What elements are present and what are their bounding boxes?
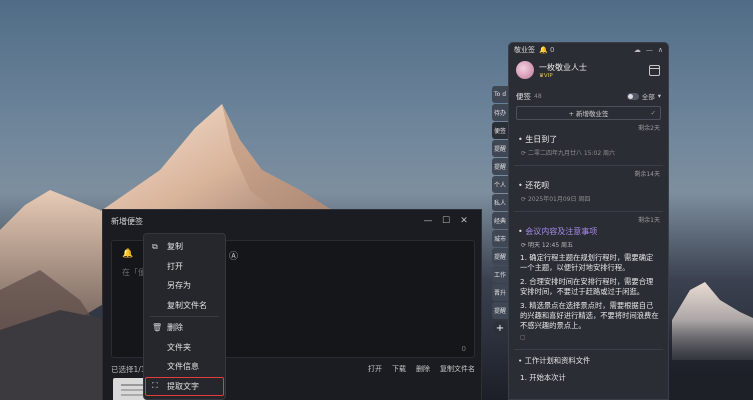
category-tab[interactable]: 个人	[492, 176, 508, 193]
menu-divider	[150, 316, 219, 317]
menu-item-label: 文件夹	[167, 342, 191, 352]
note-paragraph: 3. 精选景点在选择景点时，需要根据自己的兴趣和喜好进行精选，不要将时间浪费在不…	[520, 301, 659, 330]
category-tab[interactable]: 城市	[492, 230, 508, 247]
category-tabs: To d 待办 便签 提醒 提醒 个人 私人 经典 城市 提醒 工作 晋升 提醒…	[492, 86, 508, 335]
category-tab[interactable]: 提醒	[492, 302, 508, 319]
menu-item-label: 文件信息	[167, 362, 199, 372]
delete-attachment-button[interactable]: 删除	[416, 364, 430, 374]
notes-count: 48	[534, 92, 542, 100]
download-attachment-button[interactable]: 下载	[392, 364, 406, 374]
font-style-icon[interactable]: Ⓐ	[229, 249, 238, 262]
note-reminder-time: ⟳ 明天 12:45 周五	[521, 242, 574, 249]
menu-item-delete[interactable]: 🗑 删除	[144, 318, 225, 338]
note-reminder-time: ⟳ 2025年01月09日 周四	[521, 196, 591, 203]
add-note-button[interactable]: + 新增敬业签 ✓	[516, 106, 661, 120]
chevron-down-icon[interactable]: ▾	[658, 92, 661, 100]
add-category-button[interactable]: +	[493, 321, 507, 335]
new-note-title: 新增便签	[111, 216, 143, 226]
category-tab[interactable]: 私人	[492, 194, 508, 211]
menu-item-open[interactable]: 打开	[144, 257, 225, 277]
minimize-panel-button[interactable]: —	[646, 46, 653, 54]
menu-item-label: 删除	[167, 323, 183, 333]
menu-item-copy-filename[interactable]: 复制文件名	[144, 296, 225, 316]
menu-item-folder[interactable]: 文件夹	[144, 338, 225, 358]
note-paragraph: 2. 合理安排时间在安排行程时，需要合理安排时间，不要过于赶路或过于闲逛。	[520, 277, 654, 296]
note-remaining: 剩余2天	[638, 125, 660, 132]
note-paragraph: 1. 确定行程主题在规划行程时，需要确定一个主题，以便针对地安排行程。	[520, 253, 654, 272]
category-tab[interactable]: To d	[492, 86, 508, 103]
username: 一枚敬业人士	[539, 63, 587, 72]
menu-item-copy[interactable]: ⧉ 复制	[144, 237, 225, 257]
note-title: 还花呗	[509, 180, 668, 191]
category-tab[interactable]: 提醒	[492, 158, 508, 175]
menu-item-extract-text[interactable]: ⛶ 提取文字	[145, 376, 224, 396]
category-tab[interactable]: 工作	[492, 266, 508, 283]
notification-bell-icon[interactable]: 🔔 0	[539, 46, 554, 54]
notes-filter-bar: 便签 48 全部 ▾	[509, 89, 668, 103]
copy-filename-button[interactable]: 复制文件名	[440, 364, 475, 374]
category-tab-active[interactable]: 便签	[492, 122, 508, 139]
collapse-panel-button[interactable]: ∧	[658, 46, 663, 54]
note-item[interactable]: 剩余14天 还花呗 ⟳ 2025年01月09日 周四	[509, 166, 668, 203]
attachment-icon[interactable]: ▢	[520, 333, 659, 343]
cloud-sync-icon[interactable]: ☁	[634, 46, 641, 54]
panel-titlebar: 敬业签 🔔 0 ☁ — ∧	[509, 43, 668, 57]
trash-icon: 🗑	[152, 323, 163, 333]
note-item[interactable]: 剩余2天 生日到了 ⟳ 二零二四年九月廿八 15:02 周六	[509, 120, 668, 157]
note-body: 1. 确定行程主题在规划行程时，需要确定一个主题，以便针对地安排行程。 2. 合…	[509, 249, 668, 343]
category-tab[interactable]: 提醒	[492, 140, 508, 157]
clock-icon: ⟳	[521, 242, 528, 249]
category-tab[interactable]: 晋升	[492, 284, 508, 301]
open-attachment-button[interactable]: 打开	[368, 364, 382, 374]
menu-item-file-info[interactable]: 文件信息	[144, 357, 225, 377]
user-header: 一枚敬业人士 ♛VIP	[509, 57, 668, 87]
avatar[interactable]	[516, 61, 534, 79]
menu-item-label: 提取文字	[167, 381, 199, 391]
clock-icon: ⟳	[521, 150, 528, 157]
calendar-icon[interactable]	[649, 65, 660, 76]
minimize-button[interactable]: —	[419, 216, 437, 226]
menu-item-label: 打开	[167, 261, 183, 271]
note-title: 会议内容及注意事项	[509, 226, 668, 237]
close-button[interactable]: ✕	[455, 216, 473, 226]
menu-item-save-as[interactable]: 另存为	[144, 276, 225, 296]
maximize-button[interactable]: ☐	[437, 216, 455, 226]
clock-icon: ⟳	[521, 196, 528, 203]
category-tab[interactable]: 经典	[492, 212, 508, 229]
note-body-preview: 1. 开始本次计	[520, 373, 566, 382]
copy-icon: ⧉	[152, 241, 158, 251]
view-toggle[interactable]	[626, 92, 639, 100]
note-title: 生日到了	[509, 134, 668, 145]
ocr-scan-icon: ⛶	[152, 381, 158, 391]
category-tab[interactable]: 提醒	[492, 248, 508, 265]
sticky-notes-panel: 敬业签 🔔 0 ☁ — ∧ 一枚敬业人士 ♛VIP 便签 48 全部 ▾ + 新…	[508, 42, 669, 400]
app-name: 敬业签	[514, 46, 535, 54]
note-item[interactable]: 剩余1天 会议内容及注意事项 ⟳ 明天 12:45 周五 1. 确定行程主题在规…	[509, 212, 668, 343]
bell-icon[interactable]: 🔔	[122, 249, 133, 259]
menu-item-label: 另存为	[167, 281, 191, 291]
chevron-icon: ✓	[650, 109, 656, 117]
category-tab[interactable]: 待办	[492, 104, 508, 121]
note-remaining: 剩余14天	[634, 171, 660, 178]
context-menu: ⧉ 复制 打开 另存为 复制文件名 🗑 删除 文件夹 文件信息 ⛶ 提取文字	[143, 233, 226, 400]
character-counter: 0	[461, 345, 466, 353]
note-reminder-time: ⟳ 二零二四年九月廿八 15:02 周六	[521, 150, 616, 157]
new-note-titlebar: 新增便签 — ☐ ✕	[103, 210, 481, 232]
note-title[interactable]: • 工作计划和资料文件	[509, 350, 668, 366]
filter-dropdown[interactable]: 全部	[642, 91, 655, 101]
menu-item-label: 复制文件名	[167, 300, 207, 310]
note-remaining: 剩余1天	[638, 217, 660, 224]
notes-label: 便签	[516, 91, 531, 101]
vip-badge: ♛VIP	[539, 73, 553, 79]
menu-item-label: 复制	[167, 242, 183, 252]
